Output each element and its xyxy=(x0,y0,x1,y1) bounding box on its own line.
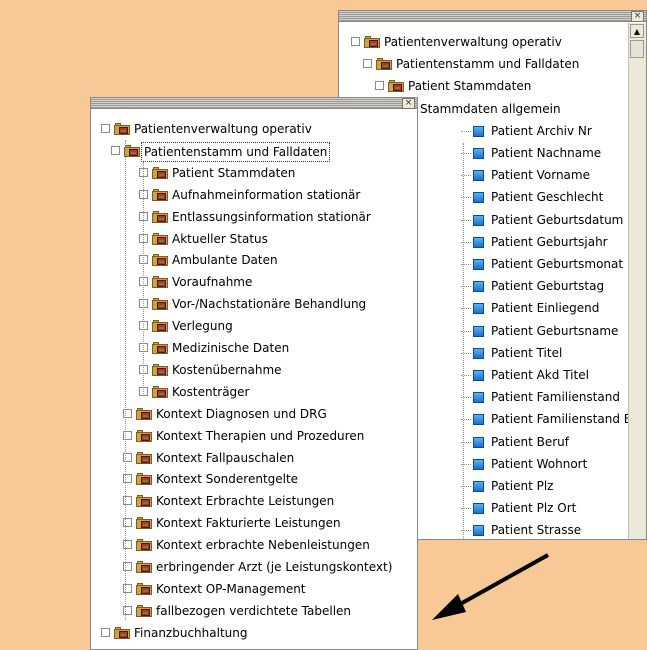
pointer-arrow-icon xyxy=(432,553,549,620)
